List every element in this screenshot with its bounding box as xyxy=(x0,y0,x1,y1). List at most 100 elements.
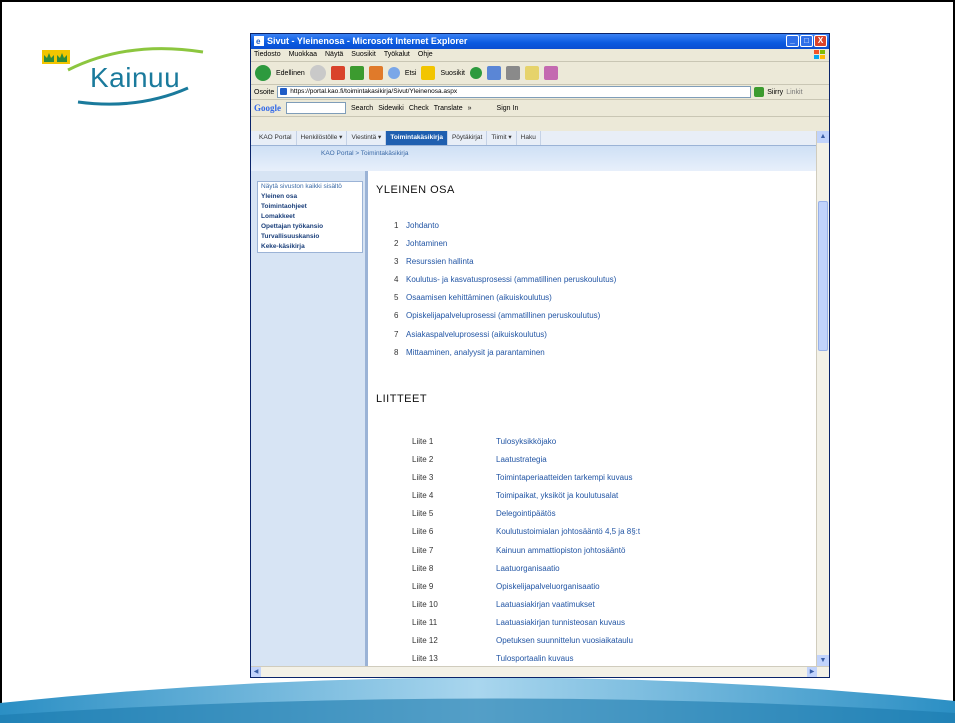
tab-viestinta[interactable]: Viestintä ▾ xyxy=(347,131,387,145)
appendix-row: Liite 5 Delegointipäätös xyxy=(412,505,640,523)
minimize-button[interactable]: _ xyxy=(786,35,799,47)
back-button-label[interactable]: Edellinen xyxy=(276,70,305,77)
section-link[interactable]: Johtaminen xyxy=(406,239,447,248)
go-button-label[interactable]: Siirry xyxy=(767,89,783,96)
favorites-star-icon[interactable] xyxy=(421,66,436,80)
appendix-link[interactable]: Laatustrategia xyxy=(496,451,547,469)
ie-icon: e xyxy=(254,36,264,46)
section-link[interactable]: Asiakaspalveluprosessi (aikuiskoulutus) xyxy=(406,330,547,339)
appendix-label: Liite 7 xyxy=(412,545,434,555)
menu-tools[interactable]: Työkalut xyxy=(384,49,410,61)
history-icon[interactable] xyxy=(470,67,482,79)
appendix-link[interactable]: Laatuorganisaatio xyxy=(496,560,560,578)
breadcrumb[interactable]: KAO Portal > Toimintakäsikirja xyxy=(251,146,819,172)
standard-toolbar: Edellinen Etsi Suosikit xyxy=(251,62,829,85)
signin-button[interactable]: Sign In xyxy=(497,105,519,112)
favorites-button-label[interactable]: Suosikit xyxy=(440,70,465,77)
translate-button[interactable]: Translate xyxy=(434,105,463,112)
tab-toimintakasikirja[interactable]: Toimintakäsikirja xyxy=(386,131,448,145)
more-button[interactable]: » xyxy=(468,105,472,112)
vertical-scrollbar[interactable]: ▲ ▼ xyxy=(816,131,829,667)
item-number: 5 xyxy=(394,293,399,303)
tab-kao-portal[interactable]: KAO Portal xyxy=(255,131,297,145)
appendix-row: Liite 3 Toimintaperiaatteiden tarkempi ku… xyxy=(412,469,640,487)
menu-help[interactable]: Ohje xyxy=(418,49,433,61)
google-search-input[interactable] xyxy=(286,102,346,114)
forward-arrow-icon[interactable] xyxy=(309,65,326,81)
folder-icon[interactable] xyxy=(525,66,539,80)
links-label[interactable]: Linkit xyxy=(786,89,802,96)
svg-text:e: e xyxy=(256,37,261,46)
appendix-link[interactable]: Delegointipäätös xyxy=(496,505,556,523)
menu-edit[interactable]: Muokkaa xyxy=(289,49,317,61)
nav-all-content[interactable]: Näytä sivuston kaikki sisältö xyxy=(258,182,362,192)
appendix-link[interactable]: Laatuasiakirjan tunnisteosan kuvaus xyxy=(496,614,625,632)
section-link[interactable]: Opiskelijapalveluprosessi (ammatillinen … xyxy=(406,311,600,320)
home-icon[interactable] xyxy=(368,66,383,80)
appendix-link[interactable]: Opiskelijapalveluorganisaatio xyxy=(496,578,600,596)
appendix-label: Liite 9 xyxy=(412,581,434,591)
horizontal-scrollbar[interactable]: ◀ ▶ xyxy=(251,666,829,677)
nav-lomakkeet[interactable]: Lomakkeet xyxy=(258,212,362,222)
appendix-label: Liite 2 xyxy=(412,455,434,465)
scroll-thumb[interactable] xyxy=(818,201,828,351)
appendix-link[interactable]: Toimintaperiaatteiden tarkempi kuvaus xyxy=(496,469,633,487)
section-link[interactable]: Johdanto xyxy=(406,221,439,230)
nav-opettajan-tyokansio[interactable]: Opettajan työkansio xyxy=(258,222,362,232)
section-title-liitteet: LIITTEET xyxy=(376,393,428,405)
tab-henkilostolle[interactable]: Henkilöstölle ▾ xyxy=(297,131,348,145)
browser-window: e Sivut - Yleinenosa - Microsoft Interne… xyxy=(250,33,830,678)
appendix-label: Liite 4 xyxy=(412,491,434,501)
nav-keke-kasikirja[interactable]: Keke-käsikirja xyxy=(258,242,362,252)
item-number: 8 xyxy=(394,347,399,357)
scroll-left-arrow-icon[interactable]: ◀ xyxy=(251,667,261,677)
mail-icon[interactable] xyxy=(487,66,501,80)
left-navigation: Näytä sivuston kaikki sisältö Yleinen os… xyxy=(251,171,365,669)
appendix-row: Liite 12 Opetuksen suunnittelun vuosiaika… xyxy=(412,632,640,650)
search-icon[interactable] xyxy=(387,67,400,79)
menu-favorites[interactable]: Suosikit xyxy=(351,49,376,61)
tab-haku[interactable]: Haku xyxy=(517,131,541,145)
appendix-row: Liite 10 Laatuasiakirjan vaatimukset xyxy=(412,596,640,614)
check-button[interactable]: Check xyxy=(409,105,429,112)
stop-icon[interactable] xyxy=(330,66,345,80)
appendix-link[interactable]: Opetuksen suunnittelun vuosiaikataulu xyxy=(496,632,633,650)
appendix-link[interactable]: Tulosyksikköjako xyxy=(496,433,556,451)
tab-tiimit[interactable]: Tiimit ▾ xyxy=(487,131,517,145)
tab-poytakirjat[interactable]: Pöytäkirjat xyxy=(448,131,488,145)
menu-view[interactable]: Näytä xyxy=(325,49,343,61)
messenger-icon[interactable] xyxy=(544,66,558,80)
appendix-link[interactable]: Kainuun ammattiopiston johtosääntö xyxy=(496,542,625,560)
google-search-button[interactable]: Search xyxy=(351,105,373,112)
list-item: 7 Asiakaspalveluprosessi (aikuiskoulutus) xyxy=(394,326,616,344)
appendix-link[interactable]: Laatuasiakirjan vaatimukset xyxy=(496,596,595,614)
nav-turvallisuuskansio[interactable]: Turvallisuuskansio xyxy=(258,232,362,242)
print-icon[interactable] xyxy=(506,66,520,80)
appendix-label: Liite 10 xyxy=(412,599,438,609)
logo-text: Kainuu xyxy=(90,62,181,93)
section-link[interactable]: Koulutus- ja kasvatusprosessi (ammatilli… xyxy=(406,275,616,284)
section-link[interactable]: Resurssien hallinta xyxy=(406,257,474,266)
scroll-right-arrow-icon[interactable]: ▶ xyxy=(807,667,817,677)
sections-list: 1 Johdanto 2 Johtaminen 3 Resurssien hallin… xyxy=(394,217,616,362)
nav-toimintaohjeet[interactable]: Toimintaohjeet xyxy=(258,202,362,212)
go-arrow-icon[interactable] xyxy=(754,87,765,97)
menu-file[interactable]: Tiedosto xyxy=(254,49,281,61)
appendix-link[interactable]: Koulutustoimialan johtosääntö 4,5 ja 8§:… xyxy=(496,523,640,541)
maximize-button[interactable]: □ xyxy=(800,35,813,47)
appendix-link[interactable]: Toimipaikat, yksiköt ja koulutusalat xyxy=(496,487,618,505)
appendix-label: Liite 12 xyxy=(412,636,438,646)
address-input[interactable]: https://portal.kao.fi/toimintakasikirja/… xyxy=(277,86,752,98)
section-link[interactable]: Osaamisen kehittäminen (aikuiskoulutus) xyxy=(406,293,552,302)
appendix-row: Liite 11 Laatuasiakirjan tunnisteosan kuv… xyxy=(412,614,640,632)
close-button[interactable]: X xyxy=(814,35,827,47)
section-link[interactable]: Mittaaminen, analyysit ja parantaminen xyxy=(406,348,545,357)
scroll-up-arrow-icon[interactable]: ▲ xyxy=(817,131,829,143)
search-button-label[interactable]: Etsi xyxy=(405,70,417,77)
back-arrow-icon[interactable] xyxy=(255,65,271,81)
nav-yleinen-osa[interactable]: Yleinen osa xyxy=(258,192,362,202)
appendix-row: Liite 4 Toimipaikat, yksiköt ja koulutusa… xyxy=(412,487,640,505)
appendix-list: Liite 1 Tulosyksikköjako Liite 2 Laatustra… xyxy=(412,433,640,668)
sidewiki-button[interactable]: Sidewiki xyxy=(378,105,404,112)
refresh-icon[interactable] xyxy=(349,66,364,80)
